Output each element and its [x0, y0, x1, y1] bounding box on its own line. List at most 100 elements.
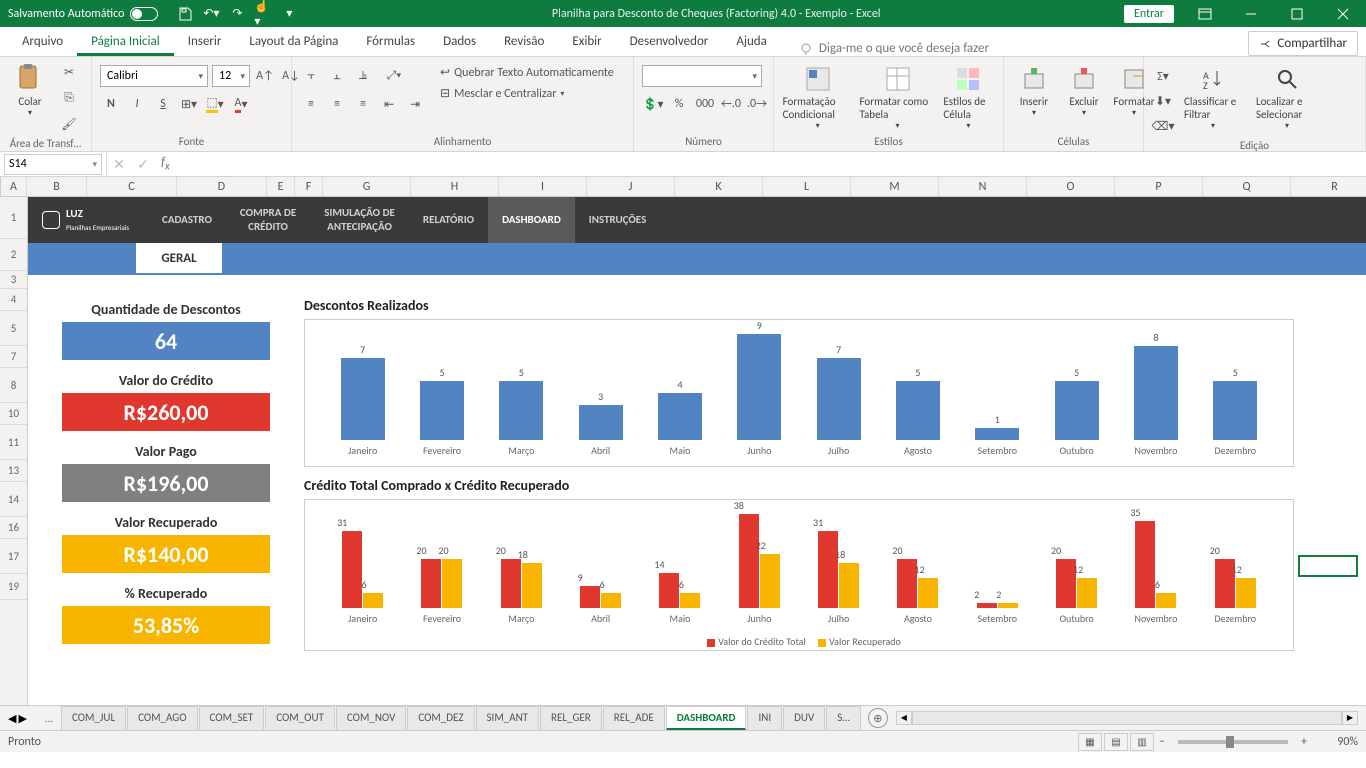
row-header-1[interactable]: 1 — [0, 197, 27, 239]
sheet-tab-COM_JUL[interactable]: COM_JUL — [61, 706, 126, 730]
zoom-in-button[interactable]: + — [1296, 735, 1312, 749]
page-break-icon[interactable]: ▥ — [1130, 733, 1154, 751]
row-header-17[interactable]: 17 — [0, 539, 27, 574]
sheet-more-left[interactable]: … — [37, 712, 61, 725]
col-header-E[interactable]: E — [267, 177, 295, 196]
sheet-nav[interactable]: ◀▶ — [8, 712, 37, 725]
nav-compra-de-crédito[interactable]: COMPRA DECRÉDITO — [226, 206, 310, 235]
row-header-14[interactable]: 14 — [0, 482, 27, 517]
col-header-G[interactable]: G — [323, 177, 411, 196]
nav-relatório[interactable]: RELATÓRIO — [409, 213, 488, 227]
col-header-Q[interactable]: Q — [1203, 177, 1291, 196]
name-box[interactable]: S14 — [4, 154, 102, 175]
row-header-10[interactable]: 10 — [0, 403, 27, 425]
scroll-left-icon[interactable]: ◀ — [896, 711, 912, 725]
col-header-K[interactable]: K — [675, 177, 763, 196]
tab-view[interactable]: Exibir — [558, 28, 615, 56]
tab-formulas[interactable]: Fórmulas — [352, 28, 429, 56]
insert-cells-button[interactable]: Inserir▾ — [1012, 61, 1056, 120]
tab-insert[interactable]: Inserir — [174, 28, 236, 56]
save-icon[interactable] — [176, 5, 194, 23]
format-painter-icon[interactable]: 🖌 — [58, 113, 80, 135]
col-header-O[interactable]: O — [1027, 177, 1115, 196]
font-size-combo[interactable]: 12 — [212, 65, 250, 87]
align-bottom-icon[interactable]: ⫡ — [352, 65, 374, 87]
sheet-tab-SIM_ANT[interactable]: SIM_ANT — [476, 706, 540, 730]
fx-icon[interactable]: fx — [155, 155, 176, 173]
align-center-icon[interactable]: ≡ — [326, 93, 348, 115]
align-top-icon[interactable]: ⫟ — [300, 65, 322, 87]
enter-formula-icon[interactable]: ✓ — [131, 156, 155, 173]
col-header-C[interactable]: C — [87, 177, 177, 196]
comma-icon[interactable]: 000 — [694, 93, 716, 115]
cell-styles-button[interactable]: Estilos de Célula▾ — [942, 61, 995, 133]
zoom-level[interactable]: 90% — [1312, 735, 1358, 749]
col-header-D[interactable]: D — [177, 177, 267, 196]
align-left-icon[interactable]: ≡ — [300, 93, 322, 115]
row-header-2[interactable]: 2 — [0, 239, 27, 271]
increase-font-icon[interactable]: A↑ — [254, 65, 276, 87]
sheet-tab-COM_DEZ[interactable]: COM_DEZ — [407, 706, 474, 730]
paste-button[interactable]: Colar▾ — [8, 61, 52, 120]
autosave-toggle[interactable]: Salvamento Automático — [0, 7, 166, 21]
sheet-tab-INI[interactable]: INI — [747, 706, 782, 730]
nav-simulação-de-antecipação[interactable]: SIMULAÇÃO DEANTECIPAÇÃO — [310, 206, 409, 235]
tell-me-search[interactable]: Diga-me o que você deseja fazer — [781, 41, 1249, 56]
scroll-track[interactable] — [912, 711, 1342, 725]
touch-icon[interactable]: ☝▾ — [254, 5, 272, 23]
sheet-tab-COM_NOV[interactable]: COM_NOV — [336, 706, 406, 730]
row-header-5[interactable]: 5 — [0, 311, 27, 346]
formula-input[interactable] — [176, 154, 1366, 175]
row-header-7[interactable]: 7 — [0, 346, 27, 368]
italic-icon[interactable]: I — [126, 93, 148, 115]
sheet-tab-DUV[interactable]: DUV — [783, 706, 825, 730]
tab-file[interactable]: Arquivo — [8, 28, 77, 56]
scroll-right-icon[interactable]: ▶ — [1342, 711, 1358, 725]
autosum-icon[interactable]: Σ▾ — [1152, 65, 1174, 87]
col-header-R[interactable]: R — [1291, 177, 1366, 196]
share-button[interactable]: Compartilhar — [1248, 31, 1358, 56]
col-header-L[interactable]: L — [763, 177, 851, 196]
toggle-switch[interactable] — [130, 7, 158, 21]
close-icon[interactable] — [1320, 0, 1366, 27]
accounting-icon[interactable]: 💲▾ — [642, 93, 664, 115]
cut-icon[interactable]: ✂ — [58, 61, 80, 83]
row-header-8[interactable]: 8 — [0, 368, 27, 403]
clear-icon[interactable]: ⌫▾ — [1152, 115, 1174, 137]
nav-cadastro[interactable]: CADASTRO — [148, 213, 226, 227]
align-right-icon[interactable]: ≡ — [352, 93, 374, 115]
redo-icon[interactable]: ↷ — [228, 5, 246, 23]
sheet-tab-COM_OUT[interactable]: COM_OUT — [265, 706, 335, 730]
col-header-P[interactable]: P — [1115, 177, 1203, 196]
chart-credito[interactable]: 3162020201896146382231182012222012356201… — [304, 499, 1294, 651]
qat-more-icon[interactable]: ▾ — [280, 5, 298, 23]
undo-icon[interactable]: ↶▾ — [202, 5, 220, 23]
border-icon[interactable]: ⊞▾ — [178, 93, 200, 115]
conditional-formatting-button[interactable]: Formatação Condicional▾ — [782, 61, 853, 133]
tab-home[interactable]: Página Inicial — [77, 28, 174, 56]
minimize-icon[interactable] — [1228, 0, 1274, 27]
sheet-tab-REL_ADE[interactable]: REL_ADE — [603, 706, 665, 730]
zoom-out-button[interactable]: − — [1154, 735, 1170, 749]
nav-instruções[interactable]: INSTRUÇÕES — [575, 213, 660, 227]
fill-color-icon[interactable]: ⬚▾ — [204, 93, 226, 115]
nav-dashboard[interactable]: DASHBOARD — [488, 197, 575, 243]
font-name-combo[interactable]: Calibri — [100, 65, 208, 87]
sign-in-button[interactable]: Entrar — [1124, 5, 1174, 23]
sheet-canvas[interactable]: LUZPlanilhas Empresariais CADASTROCOMPRA… — [28, 197, 1366, 705]
copy-icon[interactable]: ⎘ — [58, 87, 80, 109]
tab-help[interactable]: Ajuda — [722, 28, 781, 56]
tab-developer[interactable]: Desenvolvedor — [616, 28, 723, 56]
number-format-combo[interactable] — [642, 65, 762, 87]
zoom-slider[interactable] — [1178, 740, 1288, 744]
decrease-indent-icon[interactable]: ⇤ — [378, 93, 400, 115]
col-header-F[interactable]: F — [295, 177, 323, 196]
col-header-B[interactable]: B — [27, 177, 87, 196]
bold-icon[interactable]: N — [100, 93, 122, 115]
decrease-decimal-icon[interactable]: .0→ — [746, 93, 768, 115]
fill-icon[interactable]: ⬇▾ — [1152, 90, 1174, 112]
increase-indent-icon[interactable]: ⇥ — [404, 93, 426, 115]
orientation-icon[interactable]: ⤢▾ — [378, 65, 410, 87]
underline-icon[interactable]: S — [152, 93, 174, 115]
geral-tab[interactable]: GERAL — [136, 243, 222, 273]
